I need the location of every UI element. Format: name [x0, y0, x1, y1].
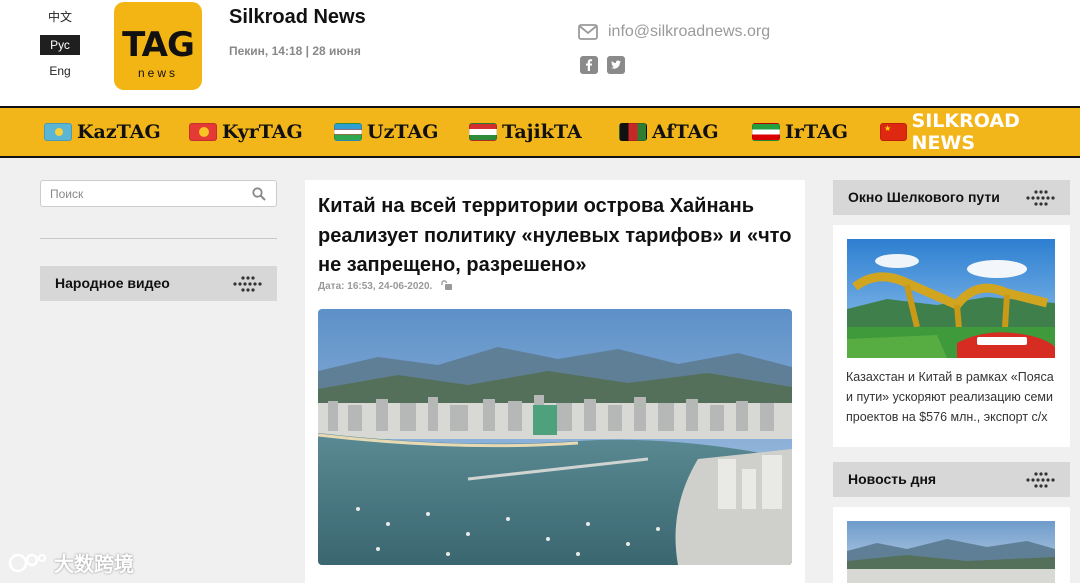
kyrgyzstan-flag-icon — [189, 123, 217, 141]
logo-sub-text: news — [137, 66, 178, 80]
facebook-icon[interactable] — [580, 56, 598, 74]
silk-road-window-header[interactable]: Окно Шелкового пути — [833, 180, 1070, 215]
nav-kyrtag[interactable]: KyrTAG — [189, 108, 303, 156]
article-date: Дата: 16:53, 24-06-2020. — [318, 280, 453, 292]
watermark: 大数跨境 — [8, 548, 134, 577]
agency-navbar: KazTAG KyrTAG UzTAG TajikTA AfTAG IrTAG … — [0, 106, 1080, 158]
coastal-city-illustration — [318, 309, 792, 565]
watermark-text: 大数跨境 — [54, 554, 134, 576]
people-video-section-header[interactable]: Народное видео — [40, 266, 277, 301]
main-article: Китай на всей территории острова Хайнань… — [305, 180, 805, 583]
section-title: Народное видео — [55, 275, 170, 291]
sun-shape — [55, 128, 63, 136]
silk-road-card[interactable]: Казахстан и Китай в рамках «Пояса и пути… — [833, 225, 1070, 447]
tajikistan-flag-icon — [469, 123, 497, 141]
star-shape: ★ — [884, 124, 892, 133]
contact-email: info@silkroadnews.org — [608, 23, 771, 40]
nav-irtag[interactable]: IrTAG — [752, 108, 848, 156]
afghanistan-flag-icon — [619, 123, 647, 141]
dots-grid-icon — [1026, 190, 1055, 206]
china-flag-icon: ★ — [880, 123, 907, 141]
uzbekistan-flag-icon — [334, 123, 362, 141]
language-en[interactable]: Eng — [40, 61, 80, 81]
sun-shape — [199, 127, 209, 137]
twitter-glyph — [611, 60, 621, 69]
nav-kaztag[interactable]: KazTAG — [44, 108, 161, 156]
logo-main-text: TAG — [122, 25, 195, 65]
twitter-icon[interactable] — [607, 56, 625, 74]
sidebar-divider — [40, 238, 277, 239]
nav-label-irtag: IrTAG — [785, 121, 848, 143]
article-date-text: Дата: 16:53, 24-06-2020. — [318, 281, 433, 292]
facebook-glyph — [586, 59, 593, 71]
nav-label-aftag: AfTAG — [652, 121, 719, 143]
nav-uztag[interactable]: UzTAG — [334, 108, 438, 156]
unlock-icon — [441, 280, 453, 290]
article-title[interactable]: Китай на всей территории острова Хайнань… — [318, 192, 798, 281]
language-zh[interactable]: 中文 — [40, 7, 80, 27]
card-photo[interactable] — [847, 239, 1055, 358]
nav-label-kaztag: KazTAG — [77, 121, 161, 143]
mountain-coast-illustration — [847, 521, 1055, 583]
search-input[interactable]: Поиск — [50, 187, 83, 201]
search-icon[interactable] — [252, 187, 266, 201]
nav-tajikta[interactable]: TajikTA — [469, 108, 582, 156]
card-headline[interactable]: Казахстан и Китай в рамках «Пояса и пути… — [846, 367, 1061, 427]
mail-icon — [578, 24, 598, 40]
card-photo[interactable] — [847, 521, 1055, 583]
nav-label-silkroad-news: SILKROAD NEWS — [911, 110, 1020, 154]
dots-grid-icon — [233, 276, 262, 292]
language-ru[interactable]: Рус — [40, 35, 80, 55]
dots-grid-icon — [1026, 472, 1055, 488]
article-photo[interactable] — [318, 309, 792, 565]
kazakhstan-flag-icon — [44, 123, 72, 141]
nav-aftag[interactable]: AfTAG — [619, 108, 719, 156]
site-header: 中文 Рус Eng TAG news Silkroad News Пекин,… — [0, 0, 1080, 106]
contact-email-link[interactable]: info@silkroadnews.org — [578, 21, 770, 43]
nav-label-uztag: UzTAG — [367, 121, 439, 143]
arch-bridge-illustration — [847, 239, 1055, 358]
section-title: Новость дня — [848, 471, 937, 487]
nav-label-tajikta: TajikTA — [502, 121, 582, 143]
site-title[interactable]: Silkroad News — [229, 6, 366, 29]
section-title: Окно Шелкового пути — [848, 189, 1000, 205]
news-of-day-card[interactable] — [833, 507, 1070, 583]
news-of-day-header[interactable]: Новость дня — [833, 462, 1070, 497]
search-box[interactable]: Поиск — [40, 180, 277, 207]
iran-flag-icon — [752, 123, 780, 141]
nav-silkroad-news[interactable]: ★ SILKROAD NEWS — [880, 108, 1080, 156]
tag-news-logo[interactable]: TAG news — [114, 2, 202, 90]
nav-label-kyrtag: KyrTAG — [222, 121, 303, 143]
watermark-logo-icon — [8, 553, 46, 572]
site-datetime: Пекин, 14:18 | 28 июня — [229, 44, 361, 58]
